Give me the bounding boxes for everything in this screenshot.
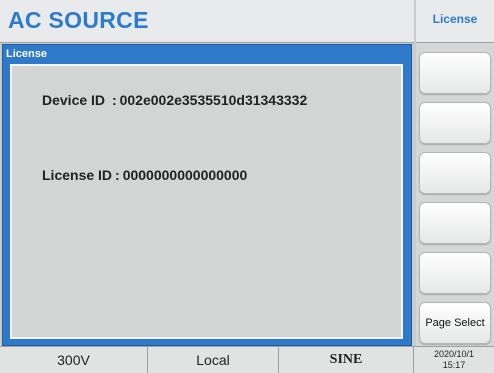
- softkey-header-label: License: [432, 12, 478, 26]
- license-info-area: Device ID :002e002e3535510d31343332 Lice…: [10, 64, 403, 339]
- status-bar: 300V Local SINE 2020/10/1 15:17: [0, 346, 494, 373]
- page-select-label: Page Select: [425, 317, 485, 329]
- softkey-5[interactable]: [419, 252, 491, 294]
- device-id-row: Device ID :002e002e3535510d31343332: [42, 92, 307, 108]
- softkey-4[interactable]: [419, 202, 491, 244]
- license-id-separator: :: [115, 167, 120, 183]
- license-id-label: License ID: [42, 167, 113, 183]
- softkey-3[interactable]: [419, 152, 491, 194]
- page-select-button[interactable]: Page Select: [419, 302, 491, 344]
- voltage-range-status: 300V: [0, 347, 148, 373]
- softkey-2[interactable]: [419, 102, 491, 144]
- app-title: AC SOURCE: [8, 7, 149, 33]
- waveform-status: SINE: [279, 347, 414, 373]
- panel-title: License: [6, 48, 47, 60]
- control-mode-status: Local: [148, 347, 279, 373]
- device-id-label: Device ID: [42, 92, 106, 108]
- device-id-separator: :: [111, 92, 117, 108]
- header-bar: AC SOURCE: [0, 0, 414, 43]
- device-id-value: 002e002e3535510d31343332: [119, 92, 308, 108]
- softkey-header: License: [416, 0, 494, 43]
- license-id-value: 0000000000000000: [122, 167, 248, 183]
- license-panel: License Device ID :002e002e3535510d31343…: [2, 44, 412, 346]
- license-id-row: License ID:0000000000000000: [42, 167, 247, 183]
- datetime-display: 2020/10/1 15:17: [414, 347, 494, 373]
- date-display: 2020/10/1: [433, 349, 475, 359]
- softkey-1[interactable]: [419, 52, 491, 94]
- softkey-column: License Page Select: [416, 0, 494, 346]
- time-display: 15:17: [442, 360, 466, 370]
